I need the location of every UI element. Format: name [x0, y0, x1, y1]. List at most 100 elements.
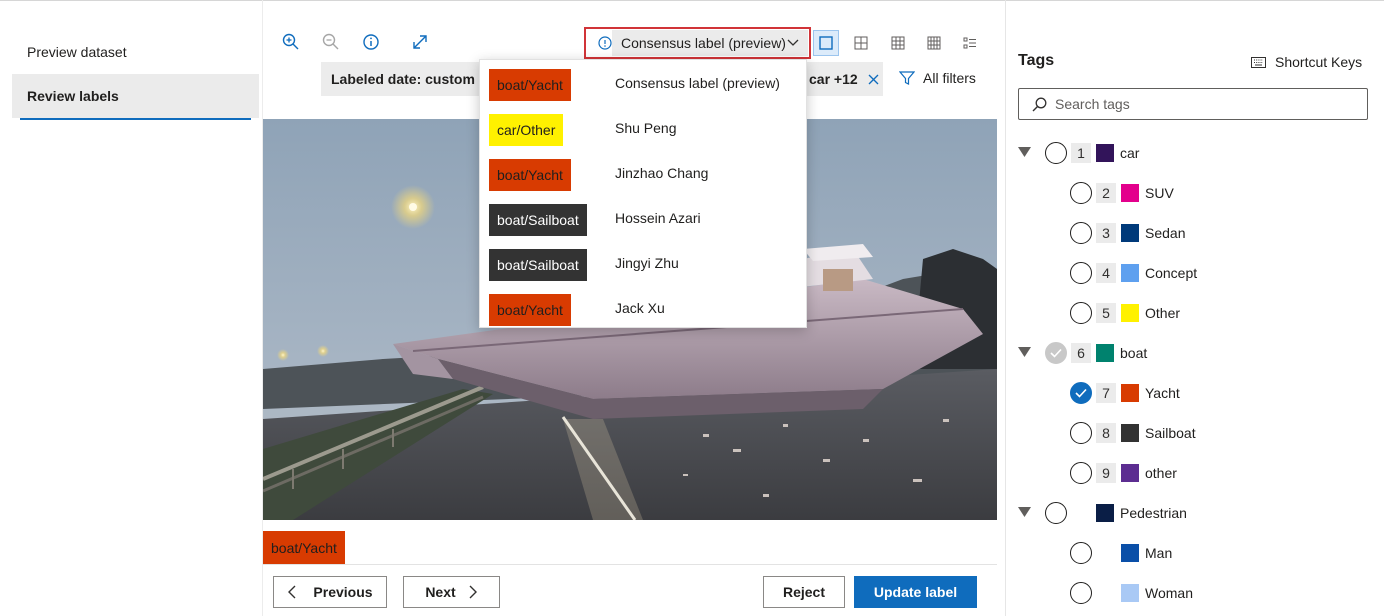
list-view-icon[interactable] — [957, 30, 983, 56]
zoom-out-icon[interactable] — [319, 30, 343, 54]
dropdown-row[interactable]: boat/Yacht Jack Xu — [480, 286, 808, 331]
tag-row[interactable]: 9 other — [1008, 453, 1384, 493]
tag-row[interactable]: 1 car — [1008, 133, 1384, 173]
tag-color-swatch — [1096, 344, 1114, 362]
tag-checkbox[interactable] — [1070, 302, 1092, 324]
tag-checkbox[interactable] — [1070, 462, 1092, 484]
caret-down-icon[interactable] — [1018, 147, 1031, 157]
shortcut-keys-label: Shortcut Keys — [1275, 54, 1363, 70]
image-label-chip-text: boat/Yacht — [271, 539, 337, 556]
expand-icon[interactable] — [408, 30, 432, 54]
labeler-name: Consensus label (preview) — [615, 75, 780, 91]
tag-row[interactable]: Woman — [1008, 573, 1384, 613]
tag-label: Other — [1145, 305, 1181, 321]
tag-shortcut-number: 3 — [1096, 223, 1116, 243]
reject-label: Reject — [782, 584, 826, 600]
dropdown-row[interactable]: boat/Sailboat Jingyi Zhu — [480, 241, 808, 286]
tag-label: Woman — [1145, 585, 1193, 601]
single-view-icon[interactable] — [813, 30, 839, 56]
tags-panel: Tags Shortcut Keys 1 car 2 SUV 3 Sedan 4 Concep… — [1008, 0, 1384, 616]
filter-tags-text: car +12 — [809, 71, 858, 87]
tag-color-swatch — [1121, 424, 1139, 442]
label-chip: boat/Yacht — [489, 294, 571, 326]
tag-row[interactable]: 3 Sedan — [1008, 213, 1384, 253]
chevron-left-icon — [288, 585, 296, 599]
tag-checkbox[interactable] — [1070, 542, 1092, 564]
search-tags-input[interactable] — [1055, 96, 1345, 112]
nav-preview-dataset[interactable]: Preview dataset — [12, 30, 259, 74]
image-label-chip[interactable]: boat/Yacht — [263, 531, 345, 564]
tag-shortcut-number: 9 — [1096, 463, 1116, 483]
shortcut-keys-button[interactable]: Shortcut Keys — [1251, 54, 1362, 70]
all-filters-label: All filters — [923, 70, 976, 86]
chevron-down-icon — [787, 39, 799, 46]
tag-checkbox[interactable] — [1070, 582, 1092, 604]
tags-title: Tags — [1018, 52, 1055, 69]
tag-color-swatch — [1121, 544, 1139, 562]
tag-shortcut-number: 4 — [1096, 263, 1116, 283]
tag-row[interactable]: 2 SUV — [1008, 173, 1384, 213]
dropdown-row[interactable]: boat/Yacht Consensus label (preview) — [480, 61, 808, 106]
filter-icon — [899, 71, 915, 85]
tag-shortcut-number: 6 — [1071, 343, 1091, 363]
tag-checkbox[interactable] — [1070, 182, 1092, 204]
grid-small-icon[interactable] — [848, 30, 874, 56]
labeler-name: Jingyi Zhu — [615, 255, 679, 271]
dropdown-row[interactable]: boat/Sailboat Hossein Azari — [480, 196, 808, 241]
label-chip: boat/Yacht — [489, 159, 571, 191]
tag-shortcut-number: 7 — [1096, 383, 1116, 403]
filter-tags[interactable]: car +12 — [803, 62, 883, 96]
grid-medium-icon[interactable] — [885, 30, 911, 56]
tag-checkbox[interactable] — [1045, 502, 1067, 524]
tag-checkbox[interactable] — [1070, 262, 1092, 284]
tag-shortcut-number: 1 — [1071, 143, 1091, 163]
next-button[interactable]: Next — [403, 576, 500, 608]
caret-down-icon[interactable] — [1018, 507, 1031, 517]
search-icon — [1032, 97, 1047, 111]
tag-checkbox[interactable] — [1070, 222, 1092, 244]
search-tags-box[interactable] — [1018, 88, 1368, 120]
all-filters-button[interactable]: All filters — [899, 70, 976, 86]
tag-checkbox[interactable] — [1070, 422, 1092, 444]
chip-divider — [263, 564, 997, 565]
tag-row[interactable]: 6 boat — [1008, 333, 1384, 373]
keyboard-icon — [1251, 56, 1266, 68]
tag-label: Sedan — [1145, 225, 1186, 241]
labeler-name: Shu Peng — [615, 120, 677, 136]
nav-review-labels[interactable]: Review labels — [12, 74, 259, 120]
close-icon[interactable] — [868, 74, 879, 85]
tag-row[interactable]: Man — [1008, 533, 1384, 573]
previous-button[interactable]: Previous — [273, 576, 387, 608]
zoom-in-icon[interactable] — [279, 30, 303, 54]
tag-row[interactable]: 5 Other — [1008, 293, 1384, 333]
checkmark-icon — [1050, 348, 1062, 358]
consensus-label-dropdown[interactable]: Consensus label (preview) — [584, 27, 811, 59]
tag-row[interactable]: 8 Sailboat — [1008, 413, 1384, 453]
reject-button[interactable]: Reject — [763, 576, 845, 608]
label-chip: boat/Sailboat — [489, 249, 587, 281]
tag-row[interactable]: Pedestrian — [1008, 493, 1384, 533]
info-icon[interactable] — [359, 30, 383, 54]
label-chip: car/Other — [489, 114, 564, 146]
tag-shortcut-number: 2 — [1096, 183, 1116, 203]
tag-checkbox[interactable] — [1045, 142, 1067, 164]
labeler-name: Jinzhao Chang — [615, 165, 709, 181]
tag-row[interactable]: 7 Yacht — [1008, 373, 1384, 413]
tag-color-swatch — [1121, 264, 1139, 282]
tag-checkbox[interactable] — [1070, 382, 1092, 404]
caret-down-icon[interactable] — [1018, 347, 1031, 357]
grid-large-icon[interactable] — [921, 30, 947, 56]
label-chip: boat/Sailboat — [489, 204, 587, 236]
dropdown-row[interactable]: car/Other Shu Peng — [480, 106, 808, 151]
tag-color-swatch — [1121, 184, 1139, 202]
filter-labeled-date[interactable]: Labeled date: custom — [321, 62, 479, 96]
chevron-right-icon — [469, 585, 477, 599]
tag-color-swatch — [1096, 144, 1114, 162]
update-label-button[interactable]: Update label — [854, 576, 977, 608]
tag-label: Sailboat — [1145, 425, 1196, 441]
tag-row[interactable]: 4 Concept — [1008, 253, 1384, 293]
tag-label: Pedestrian — [1120, 505, 1187, 521]
tag-checkbox[interactable] — [1045, 342, 1067, 364]
next-label: Next — [425, 584, 456, 600]
dropdown-row[interactable]: boat/Yacht Jinzhao Chang — [480, 151, 808, 196]
